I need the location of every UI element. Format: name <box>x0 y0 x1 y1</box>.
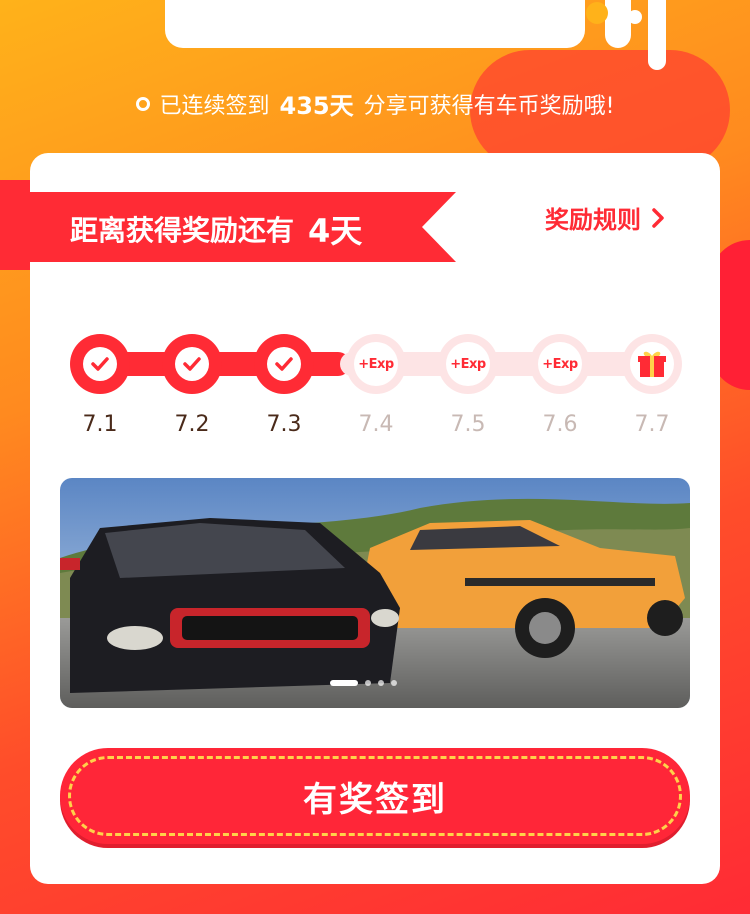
checkin-date: 7.5 <box>450 412 486 437</box>
reward-countdown-label: 距离获得奖励还有 <box>70 214 295 247</box>
checkin-date: 7.7 <box>634 412 670 437</box>
decor-dot <box>628 10 642 24</box>
exp-badge: +Exp <box>538 342 582 386</box>
checkin-day-node <box>70 334 130 394</box>
decor-top-tab <box>165 0 585 48</box>
checkin-date: 7.3 <box>266 412 302 437</box>
reward-checkin-label: 有奖签到 <box>303 779 447 820</box>
exp-badge: +Exp <box>446 342 490 386</box>
gift-icon <box>638 351 666 377</box>
carousel-dot[interactable] <box>365 680 371 686</box>
chevron-right-icon <box>652 207 664 228</box>
streak-days: 435天 <box>279 92 354 120</box>
checkin-day-node-gift <box>622 334 682 394</box>
checkin-date: 7.1 <box>82 412 118 437</box>
checkin-day-node: +Exp <box>530 334 590 394</box>
reward-countdown-days: 4天 <box>308 212 363 250</box>
checkin-date: 7.4 <box>358 412 394 437</box>
carousel-dot[interactable] <box>378 680 384 686</box>
reward-checkin-button[interactable]: 有奖签到 <box>60 748 690 844</box>
carousel-indicator <box>330 680 397 686</box>
checkmark-icon <box>183 357 201 371</box>
cars-illustration <box>60 478 690 708</box>
streak-message: 已连续签到 435天 分享可获得有车币奖励哦! <box>0 86 750 121</box>
decor-dot <box>586 2 608 24</box>
carousel-dot[interactable] <box>330 680 358 686</box>
reward-countdown-ribbon: 距离获得奖励还有 4天 <box>30 192 456 262</box>
checkin-date: 7.2 <box>174 412 210 437</box>
reward-rules-link[interactable]: 奖励规则 <box>545 200 665 235</box>
circle-icon <box>135 96 150 111</box>
reward-rules-label: 奖励规则 <box>545 206 641 234</box>
exp-badge: +Exp <box>354 342 398 386</box>
carousel-dot[interactable] <box>391 680 397 686</box>
checkin-day-node <box>162 334 222 394</box>
decor-drip <box>605 0 631 48</box>
streak-prefix: 已连续签到 <box>159 93 270 119</box>
promo-banner-image[interactable] <box>60 478 690 708</box>
checkin-day-node: +Exp <box>438 334 498 394</box>
checkin-date: 7.6 <box>542 412 578 437</box>
checkin-day-node: +Exp <box>346 334 406 394</box>
checkmark-icon <box>275 357 293 371</box>
decor-drip <box>648 0 666 70</box>
sign-in-page: 已连续签到 435天 分享可获得有车币奖励哦! 距离获得奖励还有 4天 奖励规则 <box>0 0 750 914</box>
checkin-progress-track: +Exp +Exp +Exp <box>70 334 682 394</box>
checkmark-icon <box>91 357 109 371</box>
checkin-day-node <box>254 334 314 394</box>
streak-suffix: 分享可获得有车币奖励哦! <box>363 93 615 119</box>
